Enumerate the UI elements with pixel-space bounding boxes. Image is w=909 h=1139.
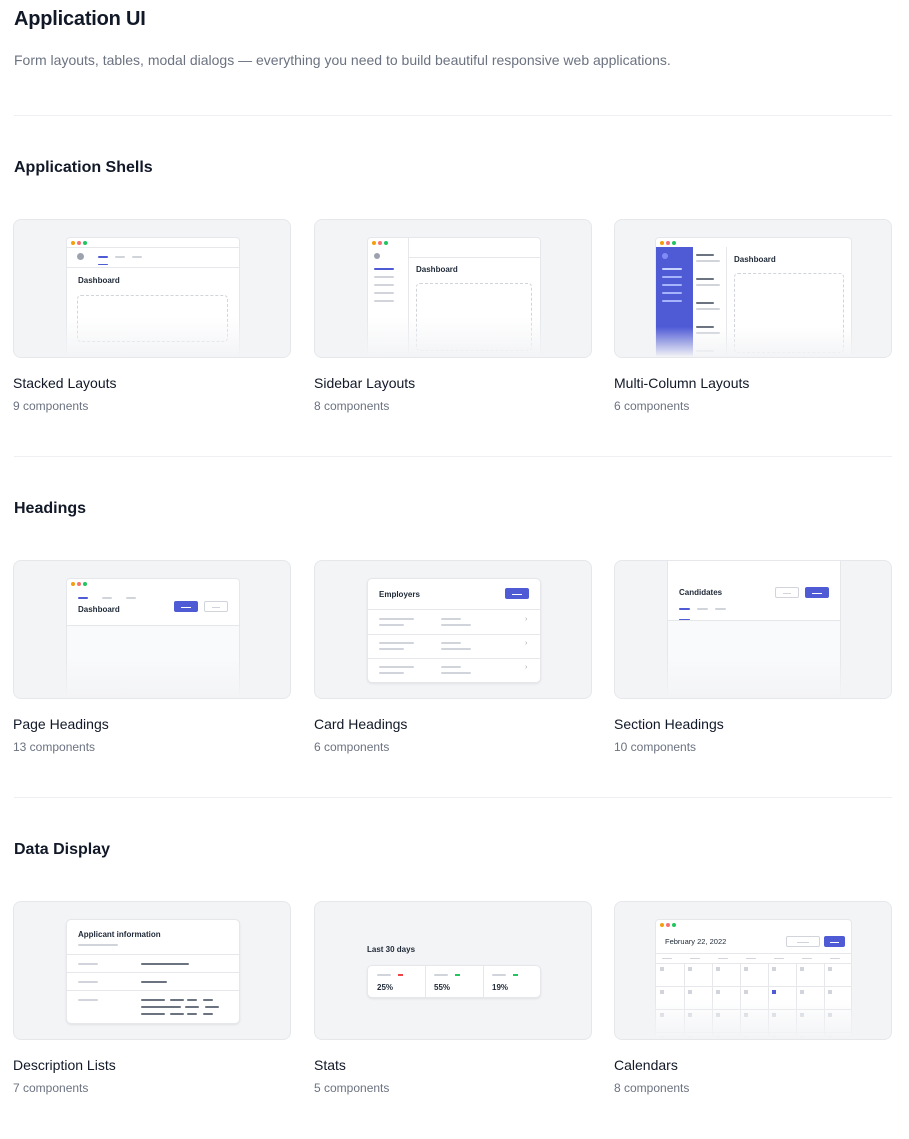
component-count: 9 components — [13, 399, 89, 413]
component-count: 10 components — [614, 740, 697, 754]
card-headings-preview: Employers › › › — [314, 560, 592, 699]
calendar-day — [828, 990, 832, 994]
divider — [14, 115, 892, 116]
calendar-day — [660, 990, 664, 994]
calendar-day — [772, 990, 776, 994]
stat-value: 25% — [377, 983, 394, 992]
preview-label: Dashboard — [734, 255, 776, 264]
card-title: Card Headings — [314, 716, 408, 732]
calendar-day — [744, 990, 748, 994]
page-headings-preview: Dashboard — [13, 560, 291, 699]
preview-label: Applicant information — [78, 930, 161, 939]
section-title-headings: Headings — [14, 500, 87, 517]
card-calendars[interactable]: February 22, 2022 Calendars 8 components — [614, 901, 892, 1095]
preview-label: Candidates — [679, 588, 723, 597]
card-stacked-layouts[interactable]: Dashboard Stacked Layouts 9 components — [13, 219, 291, 413]
preview-label: Dashboard — [78, 276, 120, 285]
card-card-headings[interactable]: Employers › › › Card Headings 6 componen… — [314, 560, 592, 754]
page-title: Application UI — [14, 8, 146, 30]
stats-preview: Last 30 days 25% 55% 19% — [314, 901, 592, 1040]
stacked-layouts-preview: Dashboard — [13, 219, 291, 358]
section-title-application-shells: Application Shells — [14, 159, 153, 176]
component-count: 6 components — [614, 399, 690, 413]
card-description-lists[interactable]: Applicant information Description Lists … — [13, 901, 291, 1095]
calendar-day — [716, 967, 720, 971]
calendar-day — [688, 967, 692, 971]
card-title: Sidebar Layouts — [314, 375, 416, 391]
description-lists-preview: Applicant information — [13, 901, 291, 1040]
card-title: Page Headings — [13, 716, 109, 732]
component-count: 5 components — [314, 1081, 390, 1095]
stat-value: 19% — [492, 983, 509, 992]
card-title: Stats — [314, 1057, 346, 1073]
preview-label: Last 30 days — [367, 945, 416, 954]
calendar-day — [716, 990, 720, 994]
calendars-preview: February 22, 2022 — [614, 901, 892, 1040]
divider — [14, 456, 892, 457]
preview-label: Dashboard — [78, 605, 120, 614]
component-count: 6 components — [314, 740, 390, 754]
calendar-day — [772, 967, 776, 971]
card-stats[interactable]: Last 30 days 25% 55% 19% Stats 5 compone… — [314, 901, 592, 1095]
calendar-day — [800, 967, 804, 971]
card-title: Calendars — [614, 1057, 678, 1073]
calendar-day — [744, 967, 748, 971]
calendar-day — [800, 990, 804, 994]
sidebar-layouts-preview: Dashboard — [314, 219, 592, 358]
preview-label: Dashboard — [416, 265, 458, 274]
divider — [14, 797, 892, 798]
component-count: 8 components — [614, 1081, 690, 1095]
calendar-day — [688, 990, 692, 994]
calendar-day — [828, 967, 832, 971]
component-count: 13 components — [13, 740, 96, 754]
card-title: Section Headings — [614, 716, 724, 732]
preview-label: Employers — [379, 590, 420, 599]
page-description: Form layouts, tables, modal dialogs — ev… — [14, 52, 671, 68]
component-count: 7 components — [13, 1081, 89, 1095]
card-section-headings[interactable]: Candidates Section Headings 10 component… — [614, 560, 892, 754]
card-multi-column-layouts[interactable]: Dashboard Multi-Column Layouts 6 compone… — [614, 219, 892, 413]
section-title-data-display: Data Display — [14, 841, 111, 858]
card-sidebar-layouts[interactable]: Dashboard Sidebar Layouts 8 components — [314, 219, 592, 413]
card-page-headings[interactable]: Dashboard Page Headings 13 components — [13, 560, 291, 754]
stat-value: 55% — [434, 983, 451, 992]
component-count: 8 components — [314, 399, 390, 413]
preview-label: February 22, 2022 — [665, 937, 727, 946]
card-title: Description Lists — [13, 1057, 116, 1073]
card-title: Multi-Column Layouts — [614, 375, 750, 391]
calendar-day — [660, 967, 664, 971]
card-title: Stacked Layouts — [13, 375, 117, 391]
section-headings-preview: Candidates — [614, 560, 892, 699]
multi-column-layouts-preview: Dashboard — [614, 219, 892, 358]
